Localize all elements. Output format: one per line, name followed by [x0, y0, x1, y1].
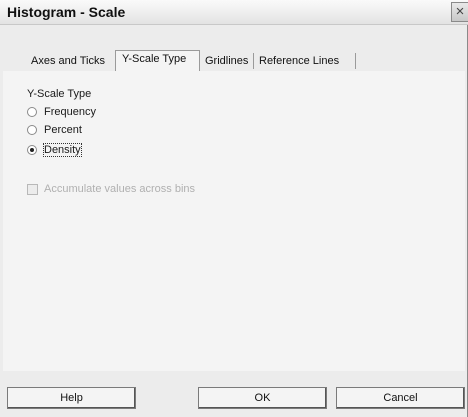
dialog-title: Histogram - Scale: [7, 4, 126, 20]
radio-label: Density: [43, 143, 82, 157]
histogram-scale-dialog: Histogram - Scale × Axes and Ticks Y-Sca…: [0, 0, 468, 417]
tab-label: Reference Lines: [259, 55, 340, 67]
radio-label: Frequency: [44, 106, 96, 118]
help-button[interactable]: Help: [7, 387, 136, 409]
radio-button[interactable]: [27, 125, 37, 135]
tab-label: Gridlines: [205, 55, 249, 67]
close-icon: ×: [455, 3, 465, 20]
tab-label: Y-Scale Type: [122, 53, 187, 65]
accumulate-checkbox: [27, 184, 38, 195]
radio-button-selected[interactable]: [27, 145, 37, 155]
radio-button[interactable]: [27, 107, 37, 117]
tab-label: Axes and Ticks: [31, 55, 105, 67]
tab-axes-and-ticks[interactable]: Axes and Ticks: [27, 53, 116, 69]
ok-button[interactable]: OK: [198, 387, 327, 409]
tab-reference-lines[interactable]: Reference Lines: [255, 53, 356, 69]
tab-y-scale-type[interactable]: Y-Scale Type: [118, 51, 200, 67]
accumulate-label: Accumulate values across bins: [44, 183, 196, 195]
close-button[interactable]: ×: [451, 2, 468, 22]
tab-gridlines[interactable]: Gridlines: [201, 53, 254, 69]
y-scale-type-group-label: Y-Scale Type: [27, 88, 92, 100]
title-bar[interactable]: Histogram - Scale ×: [0, 0, 468, 25]
cancel-button[interactable]: Cancel: [336, 387, 465, 409]
radio-label: Percent: [44, 124, 82, 136]
